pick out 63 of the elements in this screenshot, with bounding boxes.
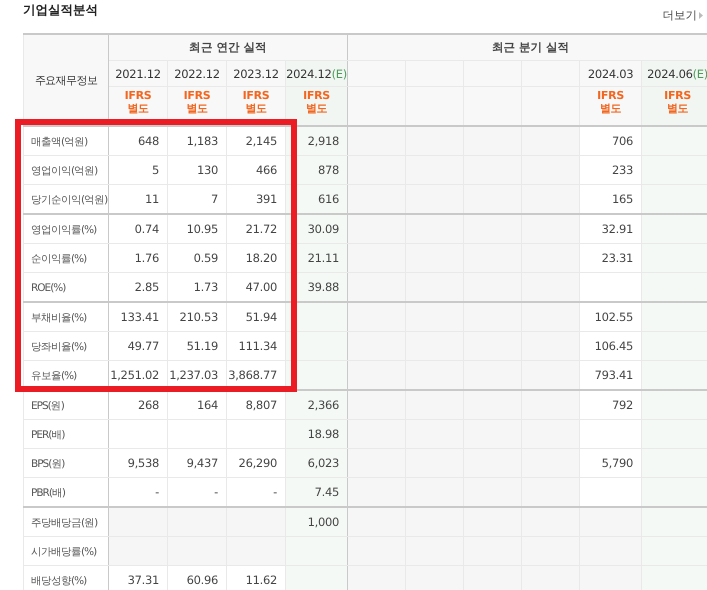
table-cell: 0.59 [168, 244, 226, 272]
accounting-standard: IFRS [124, 89, 152, 102]
section-title: 기업실적분석 [23, 2, 98, 19]
row-label: 영업이익률(%) [31, 222, 96, 236]
table-cell: 210.53 [168, 302, 226, 332]
row-label: 부채비율(%) [31, 310, 86, 324]
table-cell: 49.77 [108, 332, 168, 360]
table-cell: 1,183 [168, 126, 226, 156]
period-label: 2021.12 [115, 66, 161, 80]
table-cell: 0.74 [108, 214, 168, 244]
caret-icon [699, 12, 703, 19]
table-cell: 6,023 [286, 448, 348, 478]
period-label: 2024.12 [286, 66, 332, 80]
accounting-standard: IFRS [184, 89, 210, 102]
period-label: 2024.06 [647, 66, 693, 80]
row-label: PER(배) [31, 428, 64, 442]
table-cell: 10.95 [168, 214, 226, 244]
table-cell: 51.19 [168, 332, 226, 360]
more-link[interactable]: 더보기 [662, 8, 703, 23]
period-label: 2024.03 [588, 66, 634, 80]
row-label: BPS(원) [31, 456, 64, 470]
table-cell: 648 [108, 126, 168, 156]
row-label: 주당배당금(원) [31, 516, 98, 530]
row-label: 시가배당률(%) [31, 544, 96, 558]
row-label: EPS(원) [31, 398, 64, 412]
table-cell: 18.98 [286, 420, 348, 448]
statement-scope: 별도 [600, 102, 622, 115]
table-cell: 1.76 [108, 244, 168, 272]
column-header: 주요재무정보 [34, 74, 98, 86]
estimate-mark: (E) [692, 66, 707, 80]
table-cell: 1,000 [286, 507, 348, 536]
statement-scope: 별도 [127, 102, 149, 115]
accounting-standard: IFRS [597, 89, 624, 102]
row-label: 영업이익(억원) [31, 164, 98, 178]
row-label: 당좌비율(%) [31, 340, 86, 354]
table-cell: 9,437 [168, 448, 226, 478]
accounting-standard: IFRS [242, 89, 270, 102]
row-label: ROE(%) [31, 282, 66, 294]
section-header: 최근 연간 실적 [189, 40, 267, 54]
table-cell: 2,366 [286, 390, 348, 420]
table-cell: 9,538 [108, 448, 168, 478]
row-label: 유보율(%) [31, 368, 76, 382]
row-label: 매출액(억원) [31, 134, 88, 148]
estimate-mark: (E) [332, 66, 347, 80]
statement-scope: 별도 [186, 102, 208, 115]
table-cell: 133.41 [108, 302, 168, 332]
table-cell: 5 [108, 156, 168, 184]
row-label: PBR(배) [31, 486, 66, 500]
table-cell: 130 [168, 156, 226, 184]
statement-scope: 별도 [245, 102, 267, 115]
accounting-standard: IFRS [664, 89, 691, 102]
section-header: 최근 분기 실적 [492, 40, 570, 54]
statement-scope: 별도 [306, 102, 328, 115]
period-label: 2023.12 [233, 66, 279, 80]
table-cell: 7.45 [286, 478, 348, 507]
row-label: 배당성향(%) [31, 574, 86, 588]
table-cell: 164 [168, 390, 226, 420]
period-label: 2022.12 [174, 66, 220, 80]
row-label: 당기순이익(억원) [31, 192, 108, 206]
table-cell: 268 [108, 390, 168, 420]
statement-scope: 별도 [666, 102, 688, 115]
row-label: 순이익률(%) [31, 252, 86, 266]
accounting-standard: IFRS [303, 89, 330, 102]
